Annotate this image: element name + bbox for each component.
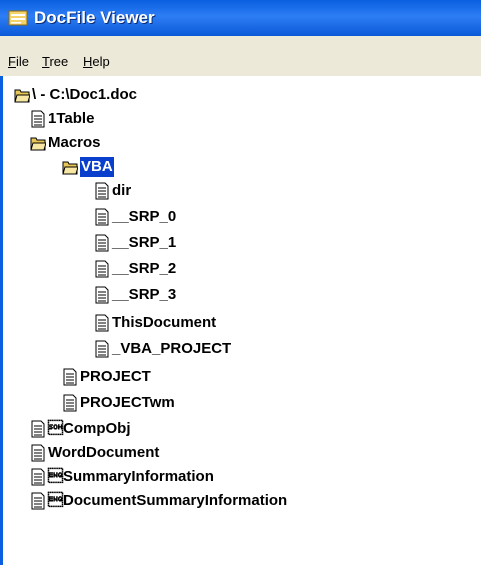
menu-help-mnemonic: H <box>83 54 93 69</box>
tree-node-label: DocumentSummaryInformation <box>48 492 288 509</box>
document-icon <box>31 110 45 128</box>
tree-node-srp3[interactable]: __SRP_3 <box>94 284 176 306</box>
tree-node-compobj[interactable]: CompObj <box>30 418 131 440</box>
window-title: DocFile Viewer <box>34 8 155 27</box>
tree-node-label: VBA <box>80 157 114 177</box>
document-icon <box>63 394 77 412</box>
tree-node-label: __SRP_2 <box>112 260 177 277</box>
tree-node-thisdocument[interactable]: ThisDocument <box>94 312 216 334</box>
tree-node-macros[interactable]: Macros <box>30 132 101 154</box>
menu-help[interactable]: Help <box>83 54 110 69</box>
menu-file-mnemonic: F <box>8 54 16 69</box>
tree-node-label: dir <box>112 182 132 199</box>
tree-node-label: PROJECT <box>80 368 151 385</box>
document-icon <box>95 234 109 252</box>
document-icon <box>63 368 77 386</box>
document-icon <box>95 286 109 304</box>
title-bar[interactable]: DocFile Viewer <box>0 0 481 36</box>
tree-node-srp0[interactable]: __SRP_0 <box>94 206 176 228</box>
tree-node-label: __SRP_3 <box>112 286 177 303</box>
tree-node-label: \ - C:\Doc1.doc <box>32 86 138 103</box>
tree-node-label: PROJECTwm <box>80 394 175 411</box>
tree-node-dir[interactable]: dir <box>94 180 131 202</box>
tree-node-label: ThisDocument <box>112 314 217 331</box>
document-icon <box>95 340 109 358</box>
app-icon <box>8 10 28 26</box>
open-folder-icon <box>62 161 78 175</box>
tree-node-project[interactable]: PROJECT <box>62 366 151 388</box>
tree-node-label: Macros <box>48 134 101 151</box>
tree-node-label: _VBA_PROJECT <box>112 340 232 357</box>
tree-node-label: CompObj <box>48 420 131 437</box>
document-icon <box>31 420 45 438</box>
document-icon <box>31 492 45 510</box>
tree-node-root[interactable]: \ - C:\Doc1.doc <box>14 84 137 106</box>
document-icon <box>95 314 109 332</box>
tree-node-label: __SRP_0 <box>112 208 177 225</box>
menu-tree-label: ree <box>49 54 69 69</box>
tree-node-vba-project[interactable]: _VBA_PROJECT <box>94 338 231 360</box>
tree-node-worddocument[interactable]: WordDocument <box>30 442 159 464</box>
open-folder-icon <box>14 89 30 103</box>
docfile-viewer-window: DocFile Viewer File Tree Help \ - C:\Doc… <box>0 0 481 565</box>
document-icon <box>95 182 109 200</box>
document-icon <box>95 260 109 278</box>
tree-node-projectwm[interactable]: PROJECTwm <box>62 392 175 414</box>
tree-node-vba[interactable]: VBA <box>62 156 114 178</box>
tree-node-srp2[interactable]: __SRP_2 <box>94 258 176 280</box>
document-icon <box>31 468 45 486</box>
tree-node-label: 1Table <box>48 110 95 127</box>
document-icon <box>95 208 109 226</box>
open-folder-icon <box>30 137 46 151</box>
document-icon <box>31 444 45 462</box>
menu-bar: File Tree Help <box>0 36 481 76</box>
window-left-border <box>0 76 3 565</box>
tree-node-label: WordDocument <box>48 444 160 461</box>
tree-node-srp1[interactable]: __SRP_1 <box>94 232 176 254</box>
tree-view[interactable]: \ - C:\Doc1.doc 1Table Macros VBA dir __… <box>0 76 481 565</box>
tree-node-label: __SRP_1 <box>112 234 177 251</box>
menu-file-label: ile <box>15 54 29 69</box>
tree-node-1table[interactable]: 1Table <box>30 108 94 130</box>
menu-file[interactable]: File <box>8 54 29 69</box>
tree-node-label: SummaryInformation <box>48 468 214 485</box>
menu-tree[interactable]: Tree <box>42 54 68 69</box>
tree-node-documentsummaryinformation[interactable]: DocumentSummaryInformation <box>30 490 287 512</box>
menu-help-label: elp <box>92 54 110 69</box>
tree-node-summaryinformation[interactable]: SummaryInformation <box>30 466 214 488</box>
